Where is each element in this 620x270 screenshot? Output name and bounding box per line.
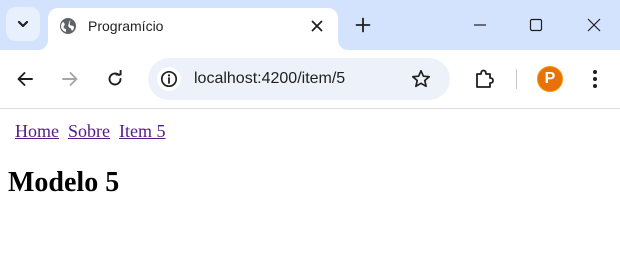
close-icon — [587, 18, 601, 32]
back-button[interactable] — [10, 64, 40, 94]
site-info-button[interactable] — [157, 67, 181, 91]
profile-avatar[interactable]: P — [537, 66, 563, 92]
address-bar[interactable]: localhost:4200/item/5 — [148, 58, 450, 100]
toolbar-divider — [516, 69, 517, 89]
puzzle-piece-icon — [476, 69, 494, 88]
nav-link-item-5[interactable]: Item 5 — [119, 121, 166, 141]
maximize-icon — [529, 18, 543, 32]
forward-button[interactable] — [55, 64, 85, 94]
browser-toolbar: localhost:4200/item/5 P — [0, 50, 620, 109]
close-icon — [311, 20, 323, 32]
arrow-left-icon — [17, 72, 33, 86]
page-title: Modelo 5 — [8, 167, 120, 198]
nav-link-home[interactable]: Home — [15, 121, 59, 141]
maximize-window-button[interactable] — [516, 8, 556, 42]
chevron-down-icon — [17, 20, 29, 28]
extensions-button[interactable] — [470, 65, 498, 93]
reload-button[interactable] — [100, 64, 130, 94]
plus-icon — [355, 17, 371, 33]
url-text: localhost:4200/item/5 — [194, 70, 346, 87]
close-window-button[interactable] — [574, 8, 614, 42]
more-vertical-icon — [593, 70, 597, 88]
tab-close-button[interactable] — [306, 15, 328, 37]
globe-icon — [60, 18, 76, 34]
tab-strip: Programício — [0, 0, 620, 50]
page-nav: Home Sobre Item 5 — [15, 120, 175, 142]
reload-icon — [108, 70, 122, 86]
minimize-icon — [474, 24, 486, 26]
tab-title: Programício — [88, 18, 164, 34]
nav-link-sobre[interactable]: Sobre — [68, 121, 110, 141]
tab-search-button[interactable] — [6, 7, 40, 41]
arrow-right-icon — [62, 72, 78, 86]
new-tab-button[interactable] — [350, 12, 376, 38]
info-icon — [160, 70, 178, 88]
minimize-window-button[interactable] — [460, 8, 500, 42]
browser-tab-active[interactable]: Programício — [48, 8, 338, 50]
star-icon — [411, 69, 431, 88]
page-viewport: Home Sobre Item 5 Modelo 5 — [0, 109, 620, 270]
browser-menu-button[interactable] — [582, 66, 608, 92]
bookmark-star-button[interactable] — [410, 68, 432, 90]
